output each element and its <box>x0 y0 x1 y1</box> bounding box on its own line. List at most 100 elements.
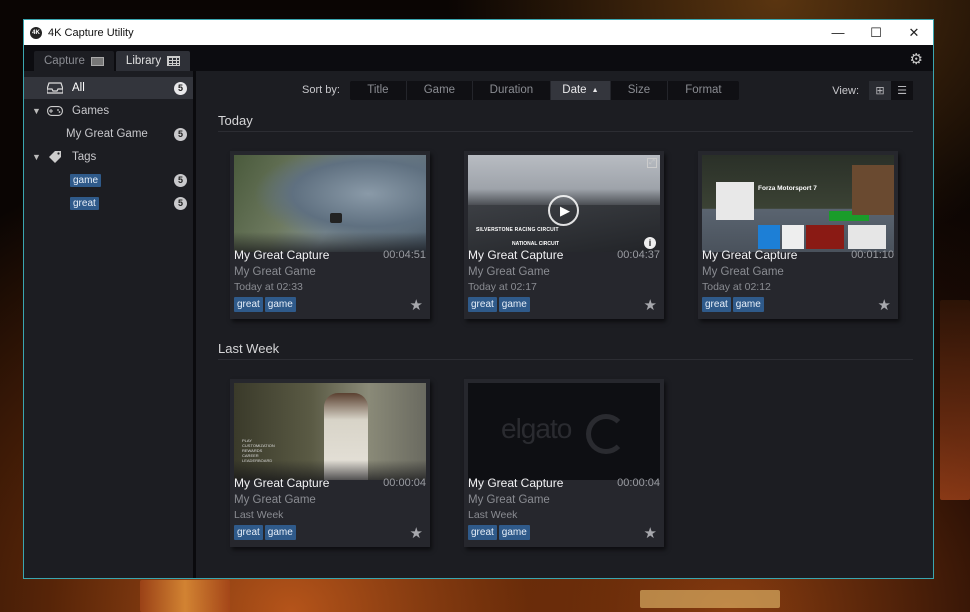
thumbnail-character[interactable]: PLAYCUSTOMIZATIONREWARDSCAREERLEADERBOAR… <box>234 383 426 480</box>
capture-title: My Great Capture <box>468 248 564 262</box>
tag-chip: game <box>70 173 102 187</box>
sidebar-item-all-label: All <box>72 82 85 94</box>
thumbnail-xbox-dashboard[interactable]: Forza Motorsport 7 <box>702 155 894 252</box>
sidebar-group-games-label: Games <box>72 105 110 117</box>
tag-chip[interactable]: game <box>264 525 296 540</box>
tag-chip[interactable]: great <box>702 297 731 312</box>
favorite-star-icon[interactable]: ★ <box>644 524 657 542</box>
capture-date: Today at 02:12 <box>702 281 771 293</box>
minimize-button[interactable]: — <box>819 20 857 45</box>
tag-chip[interactable]: game <box>498 297 530 312</box>
sidebar-tag-game[interactable]: game 5 <box>24 169 193 191</box>
count-badge: 5 <box>174 173 187 187</box>
capture-game: My Great Game <box>468 494 550 506</box>
sort-bar: Sort by: Title Game Duration Date ▲ Size… <box>218 71 913 109</box>
sort-format-button[interactable]: Format <box>668 81 739 100</box>
grid-view-icon[interactable]: ⊞ <box>869 81 891 100</box>
capture-duration: 00:04:51 <box>383 249 426 261</box>
close-button[interactable]: ✕ <box>895 20 933 45</box>
sort-by-label: Sort by: <box>302 84 340 96</box>
favorite-star-icon[interactable]: ★ <box>644 296 657 314</box>
tab-capture-label: Capture <box>44 55 85 67</box>
sort-options: Title Game Duration Date ▲ Size Format <box>349 80 739 100</box>
sidebar-item-game-label: My Great Game <box>66 128 148 140</box>
favorite-star-icon[interactable]: ★ <box>410 296 423 314</box>
sidebar-group-games[interactable]: ▼ Games <box>24 100 193 122</box>
capture-duration: 00:04:37 <box>617 249 660 261</box>
fullscreen-icon[interactable]: ⤢ <box>647 158 657 168</box>
sidebar-item-game[interactable]: My Great Game 5 <box>24 123 193 145</box>
capture-game: My Great Game <box>702 266 784 278</box>
capture-card[interactable]: PLAYCUSTOMIZATIONREWARDSCAREERLEADERBOAR… <box>230 379 430 547</box>
capture-date: Last Week <box>234 509 284 521</box>
tag-chip[interactable]: great <box>234 297 263 312</box>
tag-chip[interactable]: game <box>264 297 296 312</box>
sort-date-button[interactable]: Date ▲ <box>550 80 611 100</box>
sort-game-button[interactable]: Game <box>407 80 473 100</box>
thumbnail-racing[interactable]: SILVERSTONE RACING CIRCUIT NATIONAL CIRC… <box>468 155 660 252</box>
capture-title: My Great Capture <box>234 248 330 262</box>
maximize-button[interactable]: ☐ <box>857 20 895 45</box>
elgato-logo-icon <box>586 414 626 454</box>
grid-list-icon <box>167 56 181 66</box>
card-grid-today: My Great Capture 00:04:51 My Great Game … <box>218 151 913 319</box>
favorite-star-icon[interactable]: ★ <box>878 296 891 314</box>
section-title-last-week: Last Week <box>218 337 913 360</box>
tag-chip[interactable]: great <box>468 297 497 312</box>
wallpaper-light <box>940 300 970 500</box>
tag-icon <box>44 150 66 164</box>
capture-card[interactable]: SILVERSTONE RACING CIRCUIT NATIONAL CIRC… <box>464 151 664 319</box>
tab-capture[interactable]: Capture <box>34 51 114 71</box>
capture-card[interactable]: Forza Motorsport 7 My Great Capture 00:0… <box>698 151 898 319</box>
app-window: 4K 4K Capture Utility — ☐ ✕ Capture Libr… <box>23 19 934 579</box>
thumbnail-map[interactable] <box>234 155 426 252</box>
tag-chip[interactable]: great <box>468 525 497 540</box>
card-grid-last-week: PLAYCUSTOMIZATIONREWARDSCAREERLEADERBOAR… <box>218 379 913 547</box>
inbox-tray-icon <box>44 82 66 94</box>
expand-triangle-icon[interactable]: ▼ <box>32 106 44 116</box>
sidebar-item-all[interactable]: All 5 <box>24 77 193 99</box>
view-label: View: <box>832 84 859 97</box>
sort-date-label: Date <box>562 84 587 96</box>
settings-gear-icon[interactable]: ⚙ <box>910 50 923 68</box>
title-bar: 4K 4K Capture Utility — ☐ ✕ <box>24 20 933 45</box>
favorite-star-icon[interactable]: ★ <box>410 524 423 542</box>
thumbnail-elgato[interactable]: elgato <box>468 383 660 480</box>
sort-duration-button[interactable]: Duration <box>473 80 551 100</box>
capture-duration: 00:00:04 <box>617 477 660 489</box>
play-icon[interactable]: ▶ <box>548 195 579 226</box>
capture-card[interactable]: elgato My Great Capture 00:00:04 My Grea… <box>464 379 664 547</box>
sidebar-group-tags[interactable]: ▼ Tags <box>24 146 193 168</box>
tab-bar: Capture Library ⚙ <box>24 45 933 71</box>
capture-date: Today at 02:17 <box>468 281 537 293</box>
count-badge: 5 <box>174 127 187 141</box>
sidebar-tag-great[interactable]: great 5 <box>24 192 193 214</box>
capture-title: My Great Capture <box>234 476 330 490</box>
gamepad-icon <box>44 106 66 116</box>
count-badge: 5 <box>174 196 187 210</box>
sidebar: All 5 ▼ Games My Great Game 5 ▼ Tags gam… <box>24 71 196 578</box>
capture-title: My Great Capture <box>468 476 564 490</box>
monitor-icon <box>90 56 104 66</box>
count-badge: 5 <box>174 81 187 95</box>
sort-size-button[interactable]: Size <box>611 80 668 100</box>
expand-triangle-icon[interactable]: ▼ <box>32 152 44 162</box>
capture-date: Today at 02:33 <box>234 281 303 293</box>
window-title: 4K Capture Utility <box>48 26 134 39</box>
tag-chip: great <box>70 196 99 210</box>
list-view-icon[interactable]: ☰ <box>891 81 913 100</box>
capture-title: My Great Capture <box>702 248 798 262</box>
capture-game: My Great Game <box>468 266 550 278</box>
sort-ascending-icon: ▲ <box>591 86 599 94</box>
tag-chip[interactable]: game <box>732 297 764 312</box>
sort-title-button[interactable]: Title <box>350 80 407 100</box>
app-logo-icon: 4K <box>30 26 42 39</box>
wallpaper-light <box>140 580 230 612</box>
view-toggle: View: ⊞ ☰ <box>832 81 913 100</box>
capture-card[interactable]: My Great Capture 00:04:51 My Great Game … <box>230 151 430 319</box>
capture-game: My Great Game <box>234 494 316 506</box>
tag-chip[interactable]: game <box>498 525 530 540</box>
tab-library[interactable]: Library <box>115 51 191 71</box>
tag-chip[interactable]: great <box>234 525 263 540</box>
elgato-logo-text: elgato <box>501 413 572 444</box>
